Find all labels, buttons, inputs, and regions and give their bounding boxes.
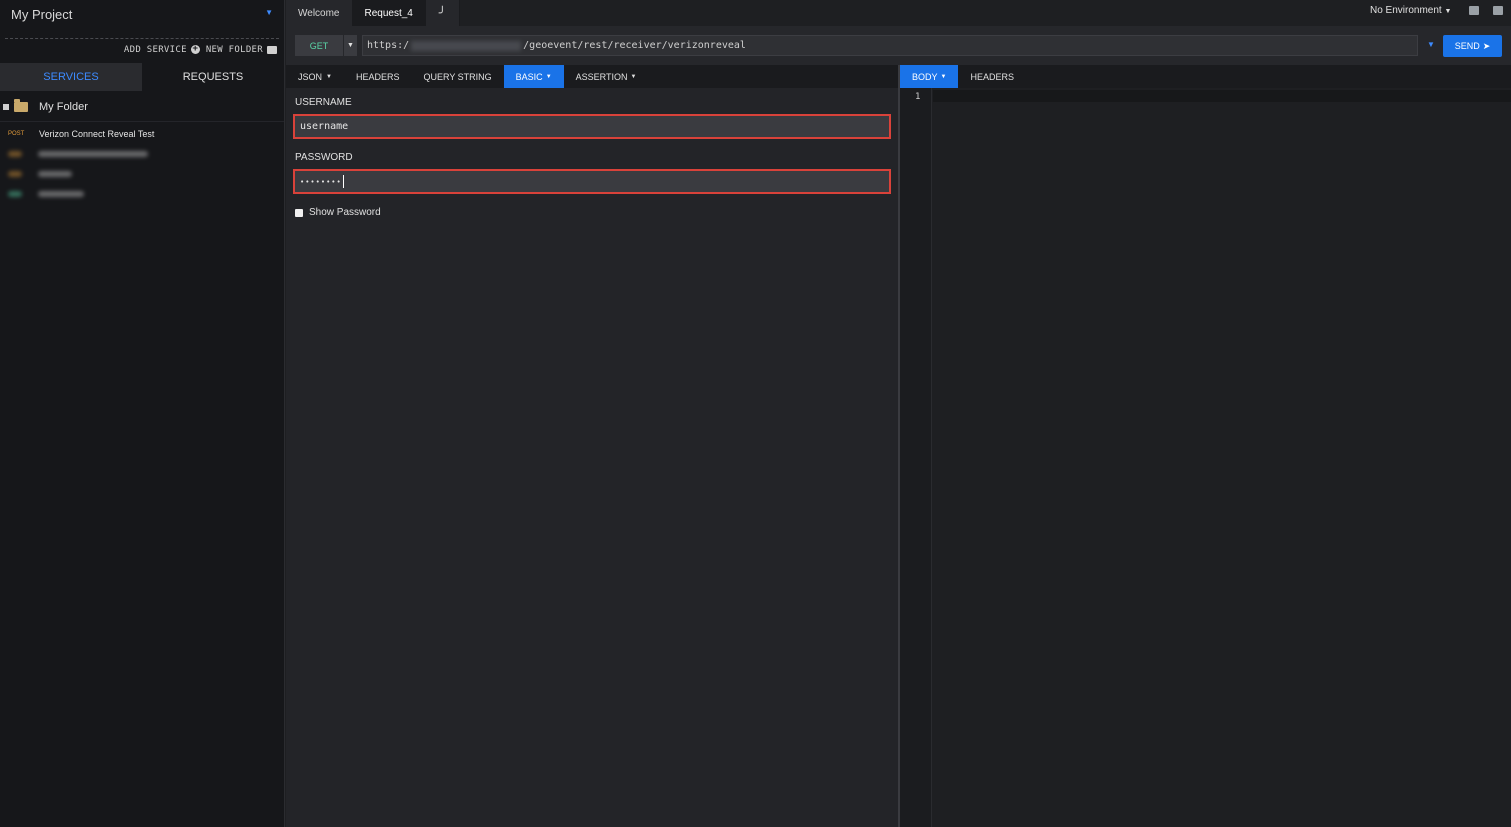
caret-down-icon: ▼ <box>1444 8 1452 15</box>
tab-requests[interactable]: REQUESTS <box>142 63 284 91</box>
redacted-name <box>38 151 148 157</box>
caret-down-icon: ▼ <box>545 73 552 80</box>
redacted-method <box>8 151 22 157</box>
add-service-button[interactable]: ADD SERVICE + <box>124 45 200 55</box>
caret-down-icon[interactable]: ▼ <box>265 8 273 17</box>
folder-plus-icon <box>267 45 277 54</box>
redacted-method <box>8 171 22 177</box>
caret-down-icon[interactable]: ▼ <box>1427 40 1435 49</box>
response-subtabs: BODY ▼ HEADERS <box>900 65 1511 88</box>
collapse-icon[interactable] <box>3 103 9 110</box>
method-select[interactable]: GET <box>295 35 343 56</box>
url-suffix: /geoevent/rest/receiver/verizonreveal <box>523 40 746 51</box>
line-gutter <box>900 88 932 827</box>
project-selector[interactable]: My Project ▼ <box>0 0 284 28</box>
menu-icon[interactable] <box>1493 6 1503 15</box>
tab-json[interactable]: JSON ▼ <box>286 65 344 88</box>
tab-assertion[interactable]: ASSERTION ▼ <box>564 65 649 88</box>
request-item-redacted[interactable] <box>0 184 284 204</box>
url-bar: GET ▼ https:/ /geoevent/rest/receiver/ve… <box>286 26 1511 65</box>
redacted-name <box>38 171 72 177</box>
show-password-checkbox[interactable] <box>295 208 303 217</box>
send-button[interactable]: SEND ➤ <box>1443 35 1502 57</box>
tab-response-headers[interactable]: HEADERS <box>958 65 1026 88</box>
show-password-label: Show Password <box>309 207 381 218</box>
response-panel: BODY ▼ HEADERS 1 <box>900 65 1511 827</box>
line-number: 1 <box>915 92 921 102</box>
new-folder-button[interactable]: NEW FOLDER <box>206 45 277 55</box>
password-field[interactable]: •••••••• <box>293 169 891 194</box>
play-icon: ➤ <box>1482 40 1491 51</box>
request-item[interactable]: POST Verizon Connect Reveal Test <box>0 124 284 144</box>
sidebar: My Project ▼ ADD SERVICE + NEW FOLDER SE… <box>0 0 285 827</box>
request-subtabs: JSON ▼ HEADERS QUERY STRING BASIC ▼ ASSE… <box>286 65 898 88</box>
request-panel: JSON ▼ HEADERS QUERY STRING BASIC ▼ ASSE… <box>286 65 898 827</box>
redacted-host <box>411 40 522 51</box>
chat-icon[interactable] <box>1469 6 1479 15</box>
username-field[interactable]: username <box>293 114 891 139</box>
active-line <box>933 90 1511 102</box>
caret-down-icon[interactable]: ▼ <box>344 35 357 56</box>
tab-basic[interactable]: BASIC ▼ <box>503 65 564 88</box>
folder-label: My Folder <box>39 100 88 113</box>
request-item-redacted[interactable] <box>0 144 284 164</box>
tab-headers[interactable]: HEADERS <box>344 65 412 88</box>
new-tab-icon[interactable]: ╯ <box>425 0 460 26</box>
redacted-method <box>8 191 22 197</box>
request-name: Verizon Connect Reveal Test <box>39 129 155 139</box>
folder-row[interactable]: My Folder <box>0 92 284 122</box>
tab-welcome[interactable]: Welcome <box>286 0 353 26</box>
tab-body[interactable]: BODY ▼ <box>900 65 959 88</box>
tab-request-4[interactable]: Request_4 <box>352 0 426 26</box>
sidebar-tabs: SERVICES REQUESTS <box>0 63 284 91</box>
show-password-toggle[interactable]: Show Password <box>295 207 381 218</box>
url-prefix: https:/ <box>367 40 410 51</box>
caret-down-icon: ▼ <box>326 73 332 80</box>
folder-icon <box>14 98 28 112</box>
method-badge: POST <box>8 131 25 137</box>
tab-bar: Welcome Request_4 ╯ <box>286 0 460 26</box>
project-name: My Project <box>11 6 73 22</box>
tab-query-string[interactable]: QUERY STRING <box>411 65 503 88</box>
request-item-redacted[interactable] <box>0 164 284 184</box>
caret-down-icon: ▼ <box>630 73 637 80</box>
plus-circle-icon: + <box>190 44 200 54</box>
sidebar-actions: ADD SERVICE + NEW FOLDER <box>5 38 279 60</box>
tab-services[interactable]: SERVICES <box>0 63 142 91</box>
redacted-name <box>38 191 84 197</box>
url-input[interactable]: https:/ /geoevent/rest/receiver/verizonr… <box>362 35 1418 56</box>
environment-selector[interactable]: No Environment ▼ <box>1370 5 1451 16</box>
password-label: PASSWORD <box>295 152 353 163</box>
caret-down-icon: ▼ <box>940 73 947 80</box>
text-cursor <box>342 175 344 188</box>
username-label: USERNAME <box>295 97 352 108</box>
